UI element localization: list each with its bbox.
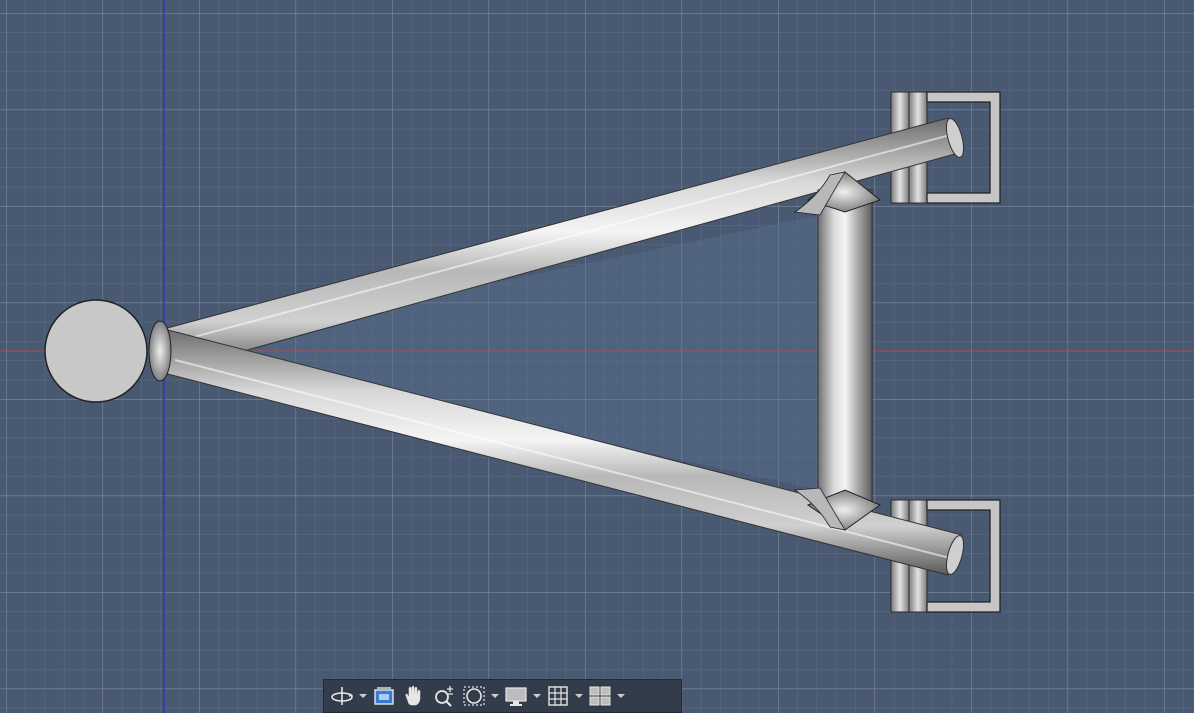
fit-window-icon xyxy=(463,686,485,706)
zoom-icon xyxy=(435,686,453,707)
grid-settings-icon xyxy=(548,686,568,706)
zoom-button[interactable] xyxy=(429,681,459,711)
look-at-button[interactable] xyxy=(369,681,399,711)
viewports-button[interactable] xyxy=(585,681,615,711)
fit-window-button[interactable] xyxy=(459,681,489,711)
chevron-down-icon xyxy=(617,694,625,698)
orbit-icon xyxy=(331,687,353,705)
chevron-down-icon xyxy=(359,694,367,698)
viewports-dropdown-button[interactable] xyxy=(615,681,627,711)
display-settings-icon xyxy=(505,687,527,706)
grid-settings-button[interactable] xyxy=(543,681,573,711)
look-at-icon xyxy=(374,687,394,705)
chevron-down-icon xyxy=(575,694,583,698)
fit-window-dropdown-button[interactable] xyxy=(489,681,501,711)
display-settings-dropdown-button[interactable] xyxy=(531,681,543,711)
chevron-down-icon xyxy=(491,694,499,698)
display-settings-button[interactable] xyxy=(501,681,531,711)
pan-button[interactable] xyxy=(399,681,429,711)
grid-settings-dropdown-button[interactable] xyxy=(573,681,585,711)
orbit-button[interactable] xyxy=(327,681,357,711)
navigation-toolbar xyxy=(323,679,682,713)
canvas-viewport[interactable] xyxy=(0,0,1194,713)
orbit-dropdown-button[interactable] xyxy=(357,681,369,711)
chevron-down-icon xyxy=(533,694,541,698)
viewports-icon xyxy=(589,686,611,706)
pan-icon xyxy=(405,685,421,706)
